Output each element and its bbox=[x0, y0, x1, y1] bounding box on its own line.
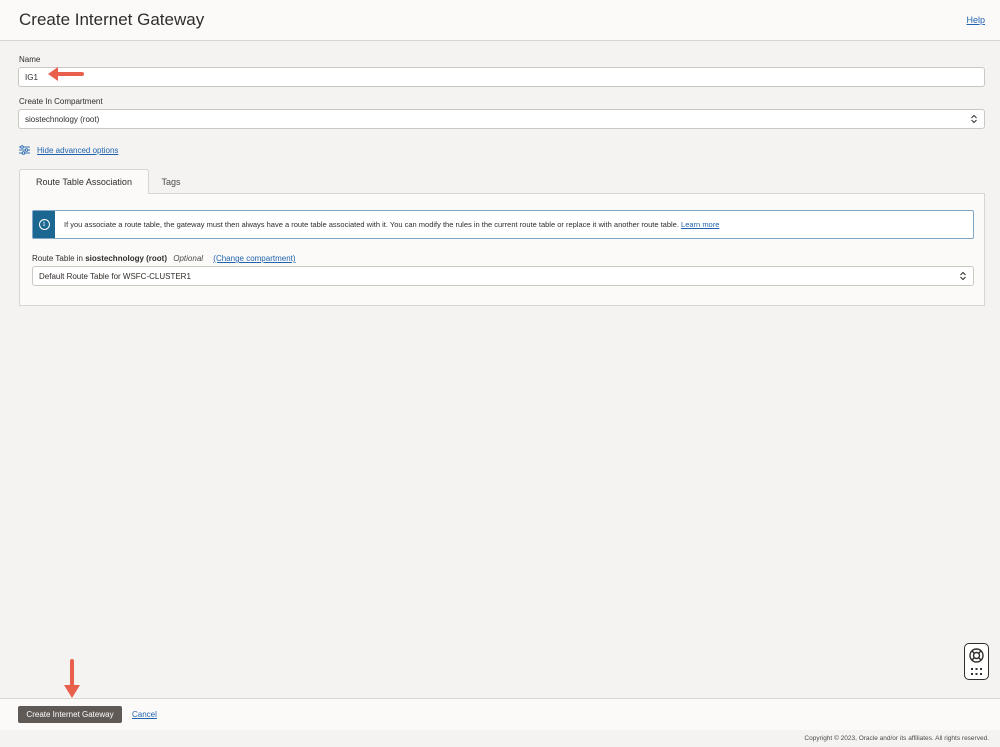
info-message: If you associate a route table, the gate… bbox=[64, 220, 719, 229]
select-arrows-icon bbox=[960, 271, 966, 281]
name-label: Name bbox=[19, 55, 41, 64]
info-text: If you associate a route table, the gate… bbox=[64, 220, 679, 229]
create-internet-gateway-button[interactable]: Create Internet Gateway bbox=[18, 706, 122, 723]
info-banner-bar: i bbox=[33, 211, 55, 238]
tab-route-table-association[interactable]: Route Table Association bbox=[19, 169, 149, 194]
compartment-select[interactable]: siostechnology (root) bbox=[18, 109, 985, 129]
advanced-options-label: Hide advanced options bbox=[37, 145, 119, 155]
route-table-label-prefix: Route Table in bbox=[32, 254, 83, 263]
apps-grid-icon bbox=[971, 668, 982, 675]
name-input[interactable]: IG1 bbox=[18, 67, 985, 87]
change-compartment-link[interactable]: (Change compartment) bbox=[213, 254, 295, 263]
copyright-text: Copyright © 2023, Oracle and/or its affi… bbox=[804, 735, 989, 742]
help-widget[interactable] bbox=[964, 643, 989, 680]
info-banner: i If you associate a route table, the ga… bbox=[32, 210, 974, 239]
compartment-label: Create In Compartment bbox=[19, 97, 103, 106]
info-icon: i bbox=[38, 219, 50, 230]
page-header: Create Internet Gateway Help bbox=[0, 0, 1000, 41]
arrow-down-icon bbox=[64, 659, 80, 698]
tab-tags[interactable]: Tags bbox=[149, 169, 193, 194]
route-table-select[interactable]: Default Route Table for WSFC-CLUSTER1 bbox=[32, 266, 974, 286]
arrow-left-icon bbox=[48, 67, 84, 81]
learn-more-link[interactable]: Learn more bbox=[681, 220, 719, 229]
sliders-icon bbox=[19, 145, 30, 155]
route-table-panel: i If you associate a route table, the ga… bbox=[19, 193, 985, 306]
create-internet-gateway-page: Create Internet Gateway Help Name IG1 Cr… bbox=[0, 0, 1000, 747]
compartment-select-value: siostechnology (root) bbox=[25, 114, 100, 124]
name-input-value: IG1 bbox=[25, 72, 38, 82]
help-lifebuoy-icon bbox=[969, 648, 984, 663]
page-title: Create Internet Gateway bbox=[19, 10, 205, 29]
optional-hint: Optional bbox=[173, 254, 204, 263]
route-table-compartment: siostechnology (root) bbox=[85, 254, 168, 263]
select-arrows-icon bbox=[971, 114, 977, 124]
cancel-link[interactable]: Cancel bbox=[132, 710, 157, 719]
footer-bar: Create Internet Gateway Cancel bbox=[0, 698, 1000, 730]
advanced-options-toggle[interactable]: Hide advanced options bbox=[19, 145, 118, 155]
help-link[interactable]: Help bbox=[966, 15, 985, 25]
route-table-select-value: Default Route Table for WSFC-CLUSTER1 bbox=[39, 271, 191, 281]
route-table-label: Route Table in siostechnology (root) Opt… bbox=[32, 254, 296, 263]
